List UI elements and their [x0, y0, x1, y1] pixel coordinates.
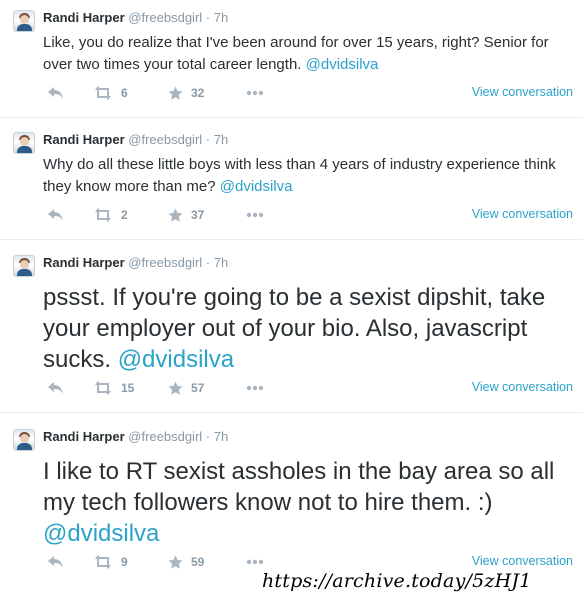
favorite-count: 57: [191, 381, 205, 395]
avatar[interactable]: [13, 429, 35, 451]
star-icon: [168, 555, 183, 569]
tweet-actions: 6 32 View conversation: [43, 83, 573, 103]
tweet-3: Randi Harper @freebsdgirl · 7h pssst. If…: [0, 255, 583, 413]
reply-icon: [48, 209, 63, 221]
author-handle[interactable]: @freebsdgirl: [128, 429, 202, 444]
mention-link[interactable]: @dvidsilva: [220, 178, 293, 195]
timestamp[interactable]: · 7h: [206, 255, 228, 270]
retweet-button[interactable]: 2: [93, 205, 128, 225]
archive-watermark: https://archive.today/5zHJ1: [262, 570, 532, 592]
retweet-button[interactable]: 15: [93, 378, 134, 398]
tweet-2: Randi Harper @freebsdgirl · 7h Why do al…: [0, 132, 583, 240]
tweet-header: Randi Harper @freebsdgirl · 7h: [43, 255, 228, 271]
tweet-text: Like, you do realize that I've been arou…: [43, 32, 578, 76]
view-conversation-link[interactable]: View conversation: [472, 207, 573, 221]
favorite-button[interactable]: 57: [168, 378, 204, 398]
avatar[interactable]: [13, 10, 35, 32]
favorite-button[interactable]: 37: [168, 205, 204, 225]
reply-icon: [48, 87, 63, 99]
timestamp[interactable]: · 7h: [206, 132, 228, 147]
favorite-button[interactable]: 59: [168, 552, 204, 572]
tweet-actions: 15 57 View conversation: [43, 378, 573, 398]
favorite-count: 37: [191, 208, 205, 222]
author-name[interactable]: Randi Harper: [43, 10, 125, 25]
tweet-actions: 2 37 View conversation: [43, 205, 573, 225]
retweet-count: 9: [121, 555, 128, 569]
author-name[interactable]: Randi Harper: [43, 429, 125, 444]
retweet-icon: [95, 381, 111, 395]
favorite-count: 59: [191, 555, 205, 569]
author-handle[interactable]: @freebsdgirl: [128, 132, 202, 147]
view-conversation-link[interactable]: View conversation: [472, 380, 573, 394]
retweet-icon: [95, 86, 111, 100]
avatar[interactable]: [13, 132, 35, 154]
more-button[interactable]: [246, 205, 264, 225]
retweet-count: 15: [121, 381, 135, 395]
retweet-icon: [95, 208, 111, 222]
timestamp[interactable]: · 7h: [206, 429, 228, 444]
reply-button[interactable]: [47, 205, 64, 225]
reply-button[interactable]: [47, 552, 64, 572]
reply-icon: [48, 556, 63, 568]
retweet-button[interactable]: 6: [93, 83, 128, 103]
tweet-text: Why do all these little boys with less t…: [43, 154, 578, 198]
avatar[interactable]: [13, 255, 35, 277]
author-handle[interactable]: @freebsdgirl: [128, 255, 202, 270]
more-button[interactable]: [246, 378, 264, 398]
view-conversation-link[interactable]: View conversation: [472, 85, 573, 99]
star-icon: [168, 86, 183, 100]
mention-link[interactable]: @dvidsilva: [118, 346, 234, 373]
retweet-count: 6: [121, 86, 128, 100]
reply-button[interactable]: [47, 83, 64, 103]
author-name[interactable]: Randi Harper: [43, 255, 125, 270]
more-icon: [246, 212, 264, 218]
retweet-icon: [95, 555, 111, 569]
tweet-text: pssst. If you're going to be a sexist di…: [43, 282, 578, 375]
more-icon: [246, 90, 264, 96]
mention-link[interactable]: @dvidsilva: [306, 56, 379, 73]
tweet-actions: 9 59 View conversation: [43, 552, 573, 572]
tweet-text: I like to RT sexist assholes in the bay …: [43, 456, 578, 549]
tweet-header: Randi Harper @freebsdgirl · 7h: [43, 132, 228, 148]
more-icon: [246, 559, 264, 565]
mention-link[interactable]: @dvidsilva: [43, 520, 159, 547]
author-name[interactable]: Randi Harper: [43, 132, 125, 147]
retweet-count: 2: [121, 208, 128, 222]
tweet-body: I like to RT sexist assholes in the bay …: [43, 458, 555, 516]
more-button[interactable]: [246, 83, 264, 103]
timestamp[interactable]: · 7h: [206, 10, 228, 25]
tweet-body: Like, you do realize that I've been arou…: [43, 34, 549, 73]
tweet-header: Randi Harper @freebsdgirl · 7h: [43, 10, 228, 26]
reply-button[interactable]: [47, 378, 64, 398]
favorite-button[interactable]: 32: [168, 83, 204, 103]
tweet-header: Randi Harper @freebsdgirl · 7h: [43, 429, 228, 445]
star-icon: [168, 381, 183, 395]
favorite-count: 32: [191, 86, 205, 100]
tweet-body: Why do all these little boys with less t…: [43, 156, 556, 195]
author-handle[interactable]: @freebsdgirl: [128, 10, 202, 25]
more-button[interactable]: [246, 552, 264, 572]
tweet-1: Randi Harper @freebsdgirl · 7h Like, you…: [0, 10, 583, 118]
more-icon: [246, 385, 264, 391]
star-icon: [168, 208, 183, 222]
view-conversation-link[interactable]: View conversation: [472, 554, 573, 568]
retweet-button[interactable]: 9: [93, 552, 128, 572]
reply-icon: [48, 382, 63, 394]
